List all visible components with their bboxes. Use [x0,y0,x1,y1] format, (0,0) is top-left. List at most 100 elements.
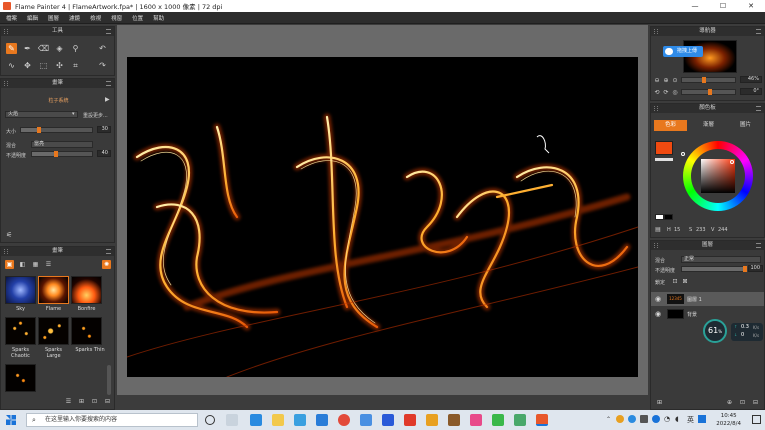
file-explorer-icon[interactable] [272,414,284,426]
tab-image[interactable]: 圖片 [729,120,762,131]
transform-tool-icon[interactable]: ✥ [22,60,33,71]
move-tool-icon[interactable]: ✣ [54,60,65,71]
cortana-icon[interactable] [205,415,215,425]
edge-icon[interactable] [250,414,262,426]
delete-preset-icon[interactable]: ⊟ [103,397,112,406]
preset-thumb-sparks-large[interactable] [38,317,69,345]
rotate-value[interactable]: 0° [740,88,762,95]
panel-menu-icon[interactable] [106,29,111,34]
rotate-right-icon[interactable]: ⟳ [662,88,670,96]
menu-filter[interactable]: 濾鏡 [69,14,80,22]
opacity-slider[interactable] [31,151,93,157]
undo-icon[interactable]: ↶ [97,43,108,54]
performance-gauge[interactable]: 61% [703,319,727,343]
crop-tool-icon[interactable]: ⌗ [70,60,81,71]
app-icon-2[interactable] [382,414,394,426]
layer-name[interactable]: 圖層 1 [687,296,702,303]
app-icon-3[interactable] [404,414,416,426]
flame-preset-icon[interactable]: ✺ [102,260,111,269]
fill-tool-icon[interactable]: ◈ [54,43,65,54]
panel-menu-icon[interactable] [106,249,111,254]
select-tool-icon[interactable]: ⬚ [38,60,49,71]
tray-icon-2[interactable] [628,415,636,423]
menu-help[interactable]: 幫助 [153,14,164,22]
zoom-slider-knob[interactable] [702,77,706,83]
size-slider[interactable] [20,127,93,133]
battery-icon[interactable] [640,415,648,423]
menu-layer[interactable]: 圖層 [48,14,59,22]
menu-file[interactable]: 檔案 [6,14,17,22]
brush-tool-icon[interactable]: ✎ [6,43,17,54]
rotate-reset-icon[interactable]: ◎ [671,88,679,96]
eye-icon[interactable]: ◉ [655,295,661,303]
volume-icon[interactable]: ◖ [675,415,679,423]
current-color-swatch[interactable] [655,141,673,155]
panel-menu-icon[interactable] [756,243,761,248]
eye-icon[interactable]: ◉ [655,310,661,318]
layer-name[interactable]: 背景 [687,311,697,318]
zoom-fit-icon[interactable]: ⊙ [671,76,679,84]
color-history-bar[interactable] [655,158,673,161]
app-icon-7[interactable] [492,414,504,426]
list-view-icon[interactable]: ☰ [44,260,53,269]
menu-position[interactable]: 位置 [132,14,143,22]
ime-mode-label[interactable]: 英 [687,415,694,425]
black-swatch[interactable] [664,214,673,220]
layer-opacity-knob[interactable] [743,266,747,272]
hue-picker-marker[interactable] [681,152,685,156]
app-icon-6[interactable] [470,414,482,426]
lock-icon[interactable]: ⊠ [681,277,689,285]
list-icon[interactable]: ☰ [64,397,73,406]
opacity-slider-knob[interactable] [54,151,58,157]
windows-start-icon[interactable] [6,415,16,425]
menu-edit[interactable]: 編輯 [27,14,38,22]
flame-painter-taskbar-icon[interactable] [536,414,548,426]
menu-window[interactable]: 視窗 [111,14,122,22]
layer-opacity-value[interactable]: 100 [748,265,763,272]
taskbar-search-input[interactable]: 在这里输入你要搜索的内容 [26,413,198,427]
zoom-in-icon[interactable]: ⊕ [662,76,670,84]
blend-select[interactable]: 當亮 [31,141,93,148]
tray-overflow-icon[interactable]: ⌃ [606,416,611,423]
layer-row-selected[interactable]: ◉ 12345 圖層 1 [651,292,764,306]
mail-icon[interactable] [316,414,328,426]
brightness-value[interactable]: 244 [718,227,728,233]
layer-menu-icon[interactable]: ⊞ [655,398,664,407]
taskbar-clock[interactable]: 10:45 2022/8/4 [716,412,741,428]
grid-view-icon[interactable]: ▦ [31,260,40,269]
ime-icon[interactable] [698,415,706,423]
saturation-value-square[interactable] [701,159,735,193]
app-icon-1[interactable] [360,414,372,426]
layer-row[interactable]: ◉ 背景 [651,307,764,321]
chrome-icon[interactable] [338,414,350,426]
tray-icon-1[interactable] [616,415,624,423]
add-preset-icon[interactable]: ⊞ [77,397,86,406]
notification-icon[interactable] [752,415,761,424]
preset-thumb-sparks-thin[interactable] [71,317,102,345]
particle-system-label[interactable]: 粒子系統 [1,97,116,104]
layer-opacity-slider[interactable] [681,266,747,272]
panel-menu-icon[interactable] [756,106,761,111]
redo-icon[interactable]: ↷ [97,60,108,71]
duplicate-layer-icon[interactable]: ⊡ [738,398,747,407]
saturation-value[interactable]: 233 [696,227,706,233]
app-icon-8[interactable] [514,414,526,426]
presets-scrollbar[interactable] [107,365,111,395]
curve-tool-icon[interactable]: ∿ [6,60,17,71]
white-swatch[interactable] [655,214,664,220]
delete-layer-icon[interactable]: ⊟ [751,398,760,407]
store-icon[interactable] [294,414,306,426]
brush-preset-select[interactable]: 火焰 [5,111,78,118]
tray-icon-3[interactable] [652,415,660,423]
app-icon-4[interactable] [426,414,438,426]
chevron-right-icon[interactable]: ▶ [105,96,110,103]
hue-value[interactable]: 15 [674,227,680,233]
save-preset-icon[interactable]: ⊡ [90,397,99,406]
preset-thumb-more[interactable] [5,364,36,392]
image-view-icon[interactable]: ▣ [5,260,14,269]
new-layer-icon[interactable]: ⊕ [725,398,734,407]
rotate-slider-knob[interactable] [708,89,712,95]
tab-gradient[interactable]: 漸層 [692,120,725,131]
color-mode-icon[interactable]: ▤ [654,225,662,233]
preset-thumb-sky[interactable] [5,276,36,304]
